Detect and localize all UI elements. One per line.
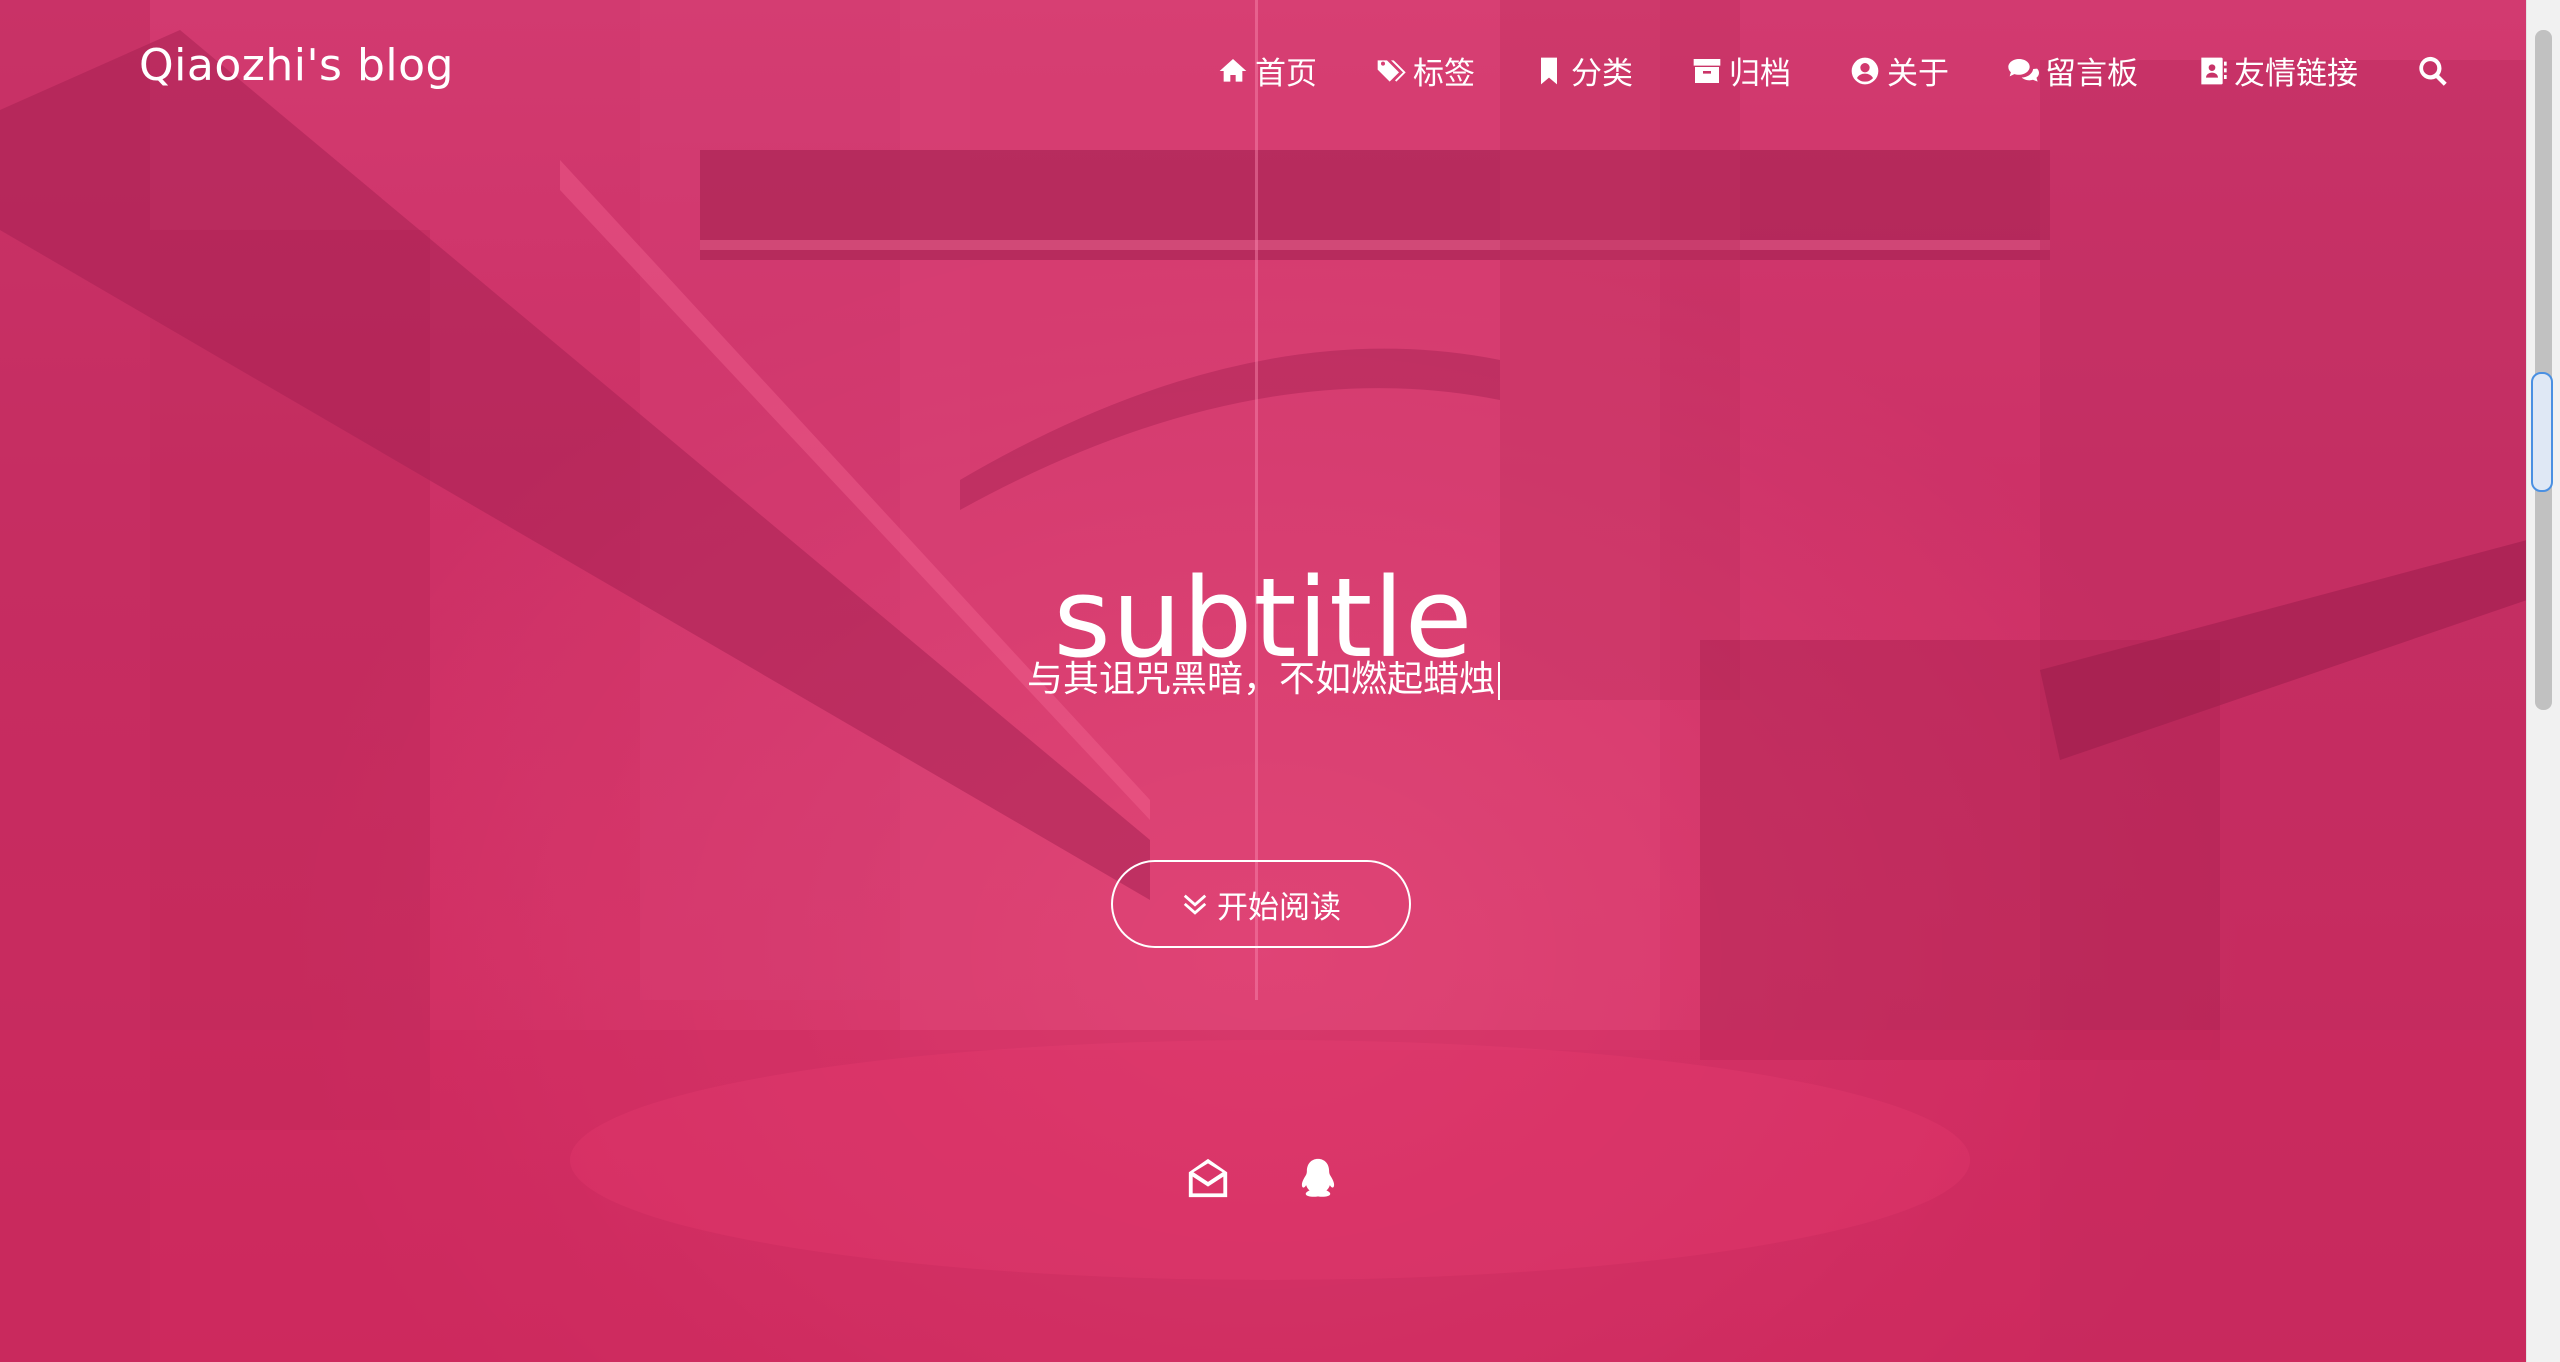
nav-archive-label: 归档: [1729, 56, 1791, 92]
address-book-icon: [2201, 57, 2227, 84]
scrollbar-thumb[interactable]: [2535, 30, 2552, 710]
qq-icon: [1301, 1158, 1335, 1197]
nav-archive[interactable]: 归档: [1691, 48, 1791, 93]
nav-home[interactable]: 首页: [1217, 48, 1317, 93]
tags-icon: [1377, 59, 1406, 82]
user-circle-icon: [1851, 57, 1879, 84]
nav-guestbook[interactable]: 留言板: [2007, 48, 2138, 93]
email-link[interactable]: [1185, 1155, 1231, 1201]
nav-search-button[interactable]: [2416, 54, 2450, 88]
nav-friend-links[interactable]: 友情链接: [2196, 48, 2358, 93]
home-icon: [1219, 58, 1247, 82]
typing-cursor: [1498, 662, 1500, 700]
comments-icon: [2008, 58, 2039, 82]
hero-typed-subtitle: 与其诅咒黑暗，不如燃起蜡烛: [0, 650, 2527, 702]
social-links: [1185, 1155, 1341, 1201]
qq-link[interactable]: [1295, 1155, 1341, 1201]
nav-about-label: 关于: [1887, 56, 1949, 92]
page: Qiaozhi's blog 首页 标签 分类 归档 关于 留言板 友情链接 s…: [0, 0, 2560, 1362]
bookmark-icon: [1541, 57, 1557, 84]
nav-tags[interactable]: 标签: [1375, 48, 1475, 93]
archive-icon: [1693, 58, 1721, 83]
scrollbar-position-marker: [2531, 372, 2553, 492]
nav-guestbook-label: 留言板: [2045, 56, 2138, 92]
page-scrollbar[interactable]: [2526, 0, 2560, 1362]
search-icon: [2419, 56, 2447, 86]
envelope-open-icon: [1188, 1158, 1228, 1198]
nav-categories[interactable]: 分类: [1533, 48, 1633, 93]
start-reading-label: 开始阅读: [1217, 889, 1341, 926]
nav-friend-links-label: 友情链接: [2234, 56, 2358, 92]
nav-tags-label: 标签: [1413, 56, 1475, 92]
main-nav: 首页 标签 分类 归档 关于 留言板 友情链接: [1159, 48, 2450, 93]
nav-categories-label: 分类: [1571, 56, 1633, 92]
double-chevron-down-icon: [1183, 894, 1207, 915]
site-brand[interactable]: Qiaozhi's blog: [139, 40, 454, 91]
nav-about[interactable]: 关于: [1849, 48, 1949, 93]
start-reading-button[interactable]: 开始阅读: [1111, 860, 1411, 948]
hero-subtitle-text: 与其诅咒黑暗，不如燃起蜡烛: [1026, 659, 1495, 700]
nav-home-label: 首页: [1255, 56, 1317, 92]
